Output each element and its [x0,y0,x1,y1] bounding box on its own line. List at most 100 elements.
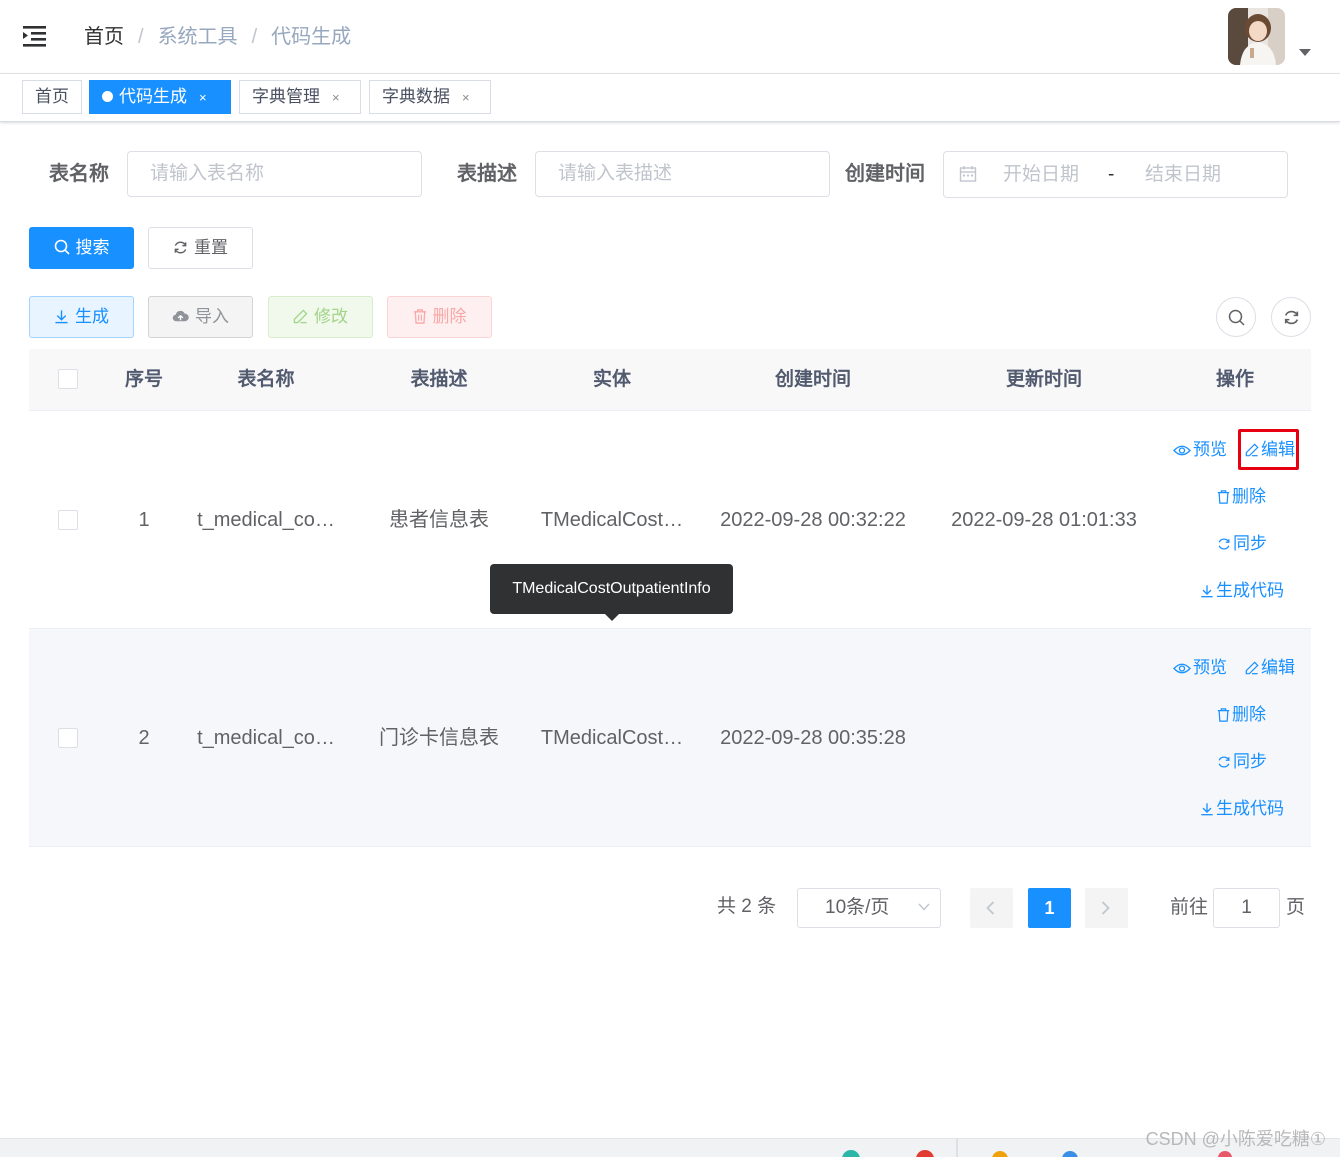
delete-link-label: 删除 [1232,487,1266,506]
search-icon [1228,309,1245,326]
gen-code-link[interactable]: 生成代码 [1200,580,1284,602]
page-size-select[interactable]: 10条/页 [797,888,941,928]
cell-index: 1 [138,509,150,531]
table-name-label: 表名称 [49,163,109,185]
preview-link[interactable]: 预览 [1173,657,1227,679]
tag-dict-data[interactable]: 字典数据 × [369,80,491,114]
sync-link[interactable]: 同步 [1217,751,1267,773]
column-header-index: 序号 [124,369,163,390]
prev-page-button[interactable] [970,888,1013,928]
tags-view: 首页 代码生成 × 字典管理 × 字典数据 × [0,74,1340,122]
gen-code-link[interactable]: 生成代码 [1200,798,1284,820]
close-icon[interactable]: × [332,82,340,114]
edit-link[interactable]: 编辑 [1245,657,1295,679]
delete-link[interactable]: 删除 [1217,486,1266,508]
cell-index: 2 [138,727,150,749]
edit-button-label: 修改 [314,307,348,326]
date-range-picker[interactable]: 开始日期 - 结束日期 [943,151,1288,198]
column-header-actions: 操作 [1215,369,1254,390]
avatar[interactable] [1228,8,1285,65]
search-button-label: 搜索 [75,238,110,257]
download-icon [55,310,68,324]
tag-label: 首页 [35,87,69,106]
row-checkbox[interactable] [58,728,78,748]
tag-home[interactable]: 首页 [22,80,82,114]
close-icon[interactable]: × [462,82,470,114]
row-checkbox[interactable] [58,510,78,530]
goto-label: 前往 [1170,897,1209,918]
import-button-label: 导入 [195,307,229,326]
navbar: 首页 / 系统工具 / 代码生成 [0,0,1340,74]
select-all-checkbox[interactable] [58,369,78,389]
column-header-entity: 实体 [592,369,631,390]
refresh-table-button[interactable] [1271,297,1311,337]
trash-icon [413,309,426,324]
hamburger-menu-icon[interactable] [22,24,48,48]
edit-button[interactable]: 修改 [268,296,373,338]
cell-table-desc: 患者信息表 [389,509,489,531]
reset-button-label: 重置 [194,238,228,257]
active-dot-icon [102,91,113,102]
sync-link[interactable]: 同步 [1217,533,1267,555]
refresh-icon [174,241,187,254]
caret-down-icon[interactable] [1299,49,1311,56]
chevron-down-icon [918,903,930,911]
reset-button[interactable]: 重置 [148,227,253,269]
table-desc-label: 表描述 [457,163,517,185]
end-date-input[interactable]: 结束日期 [1145,152,1221,197]
taskbar [0,1138,1340,1157]
eye-icon [1173,445,1191,456]
gen-code-link-label: 生成代码 [1216,799,1284,818]
breadcrumb: 首页 / 系统工具 / 代码生成 [84,24,351,50]
cell-table-name: t_medical_co… [197,727,335,749]
page-number-current[interactable]: 1 [1028,888,1071,928]
next-page-button[interactable] [1085,888,1128,928]
taskbar-icons [842,1139,1232,1157]
entity-tooltip: TMedicalCostOutpatientInfo [490,564,733,614]
table-desc-input[interactable]: 请输入表描述 [535,151,830,197]
delete-link-label: 删除 [1232,705,1266,724]
delete-button[interactable]: 删除 [387,296,492,338]
preview-link-label: 预览 [1193,658,1227,677]
tag-label: 字典管理 [252,87,320,106]
close-icon[interactable]: × [199,82,207,114]
toggle-search-button[interactable] [1216,297,1256,337]
cell-updated: 2022-09-28 01:01:33 [951,509,1137,531]
search-button[interactable]: 搜索 [29,227,134,269]
preview-link[interactable]: 预览 [1173,439,1227,461]
range-separator: - [1108,164,1115,185]
start-date-input[interactable]: 开始日期 [1003,152,1079,197]
tag-label: 代码生成 [119,87,187,106]
search-icon [54,239,70,255]
edit-icon [293,309,308,324]
tag-dict-manage[interactable]: 字典管理 × [239,80,361,114]
table-header: 序号 表名称 表描述 实体 创建时间 更新时间 操作 [29,349,1311,411]
cell-created: 2022-09-28 00:35:28 [720,727,906,749]
table-name-input[interactable]: 请输入表名称 [127,151,422,197]
csdn-watermark: CSDN @小陈爱吃糖① [1145,1129,1326,1149]
edit-link-label: 编辑 [1261,658,1295,677]
breadcrumb-separator: / [251,26,258,48]
breadcrumb-separator: / [138,26,144,48]
tag-code-gen[interactable]: 代码生成 × [89,80,231,114]
cell-entity[interactable]: TMedicalCost… [532,725,692,751]
download-icon [1201,803,1213,816]
gen-code-link-label: 生成代码 [1216,581,1284,600]
import-button[interactable]: 导入 [148,296,253,338]
sync-link-label: 同步 [1233,752,1267,771]
cell-table-desc: 门诊卡信息表 [379,727,499,749]
cell-entity[interactable]: TMedicalCost… [532,507,692,533]
column-header-updated: 更新时间 [1005,369,1082,390]
trash-icon [1217,708,1230,722]
chevron-right-icon [1101,901,1110,915]
cell-table-name: t_medical_co… [197,509,335,531]
breadcrumb-item-system-tools: 系统工具 [157,26,238,48]
created-time-label: 创建时间 [845,163,925,185]
breadcrumb-item-code-gen: 代码生成 [271,26,352,48]
goto-page-input[interactable]: 1 [1213,888,1280,928]
generate-button[interactable]: 生成 [29,296,134,338]
delete-link[interactable]: 删除 [1217,704,1266,726]
tag-label: 字典数据 [382,87,450,106]
sync-link-label: 同步 [1233,534,1267,553]
breadcrumb-item-home[interactable]: 首页 [84,26,124,48]
